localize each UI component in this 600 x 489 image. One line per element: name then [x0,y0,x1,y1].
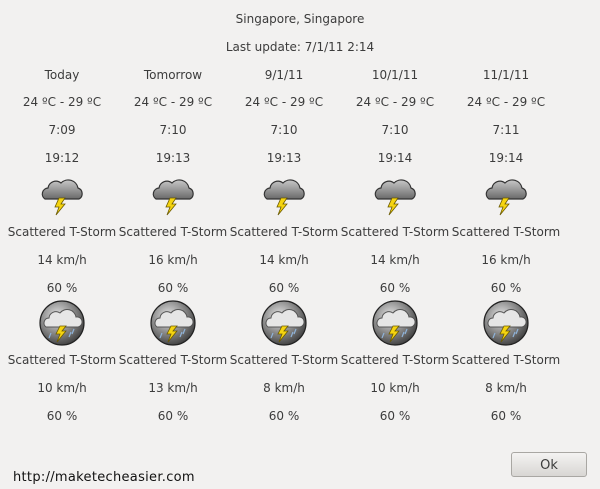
thunderstorm-icon [483,172,529,221]
location-title: Singapore, Singapore [235,12,365,26]
night-thunderstorm-icon [260,299,308,350]
day-label: 11/1/11 [482,68,530,82]
thunderstorm-icon [261,172,307,221]
night-wind: 8 km/h [485,381,527,395]
ok-button[interactable]: Ok [511,452,587,477]
thunderstorm-icon [150,172,196,221]
sunset-time: 19:14 [488,151,524,165]
thunderstorm-icon [372,172,418,221]
thunderstorm-icon [39,172,85,221]
night-condition: Scattered T-Storm [451,353,561,367]
sunrise-time: 7:11 [492,123,520,137]
night-humidity: 60 % [490,409,522,423]
night-thunderstorm-icon [482,299,530,350]
watermark: http://maketecheasier.com [13,470,195,485]
last-update: Last update: 7/1/11 2:14 [225,40,375,54]
day-condition: Scattered T-Storm [451,225,561,239]
day-wind: 16 km/h [481,253,531,267]
night-thunderstorm-icon [38,299,86,350]
night-thunderstorm-icon [371,299,419,350]
temperature-range: 24 ºC - 29 ºC [466,95,546,109]
day-humidity: 60 % [490,281,522,295]
night-thunderstorm-icon [149,299,197,350]
